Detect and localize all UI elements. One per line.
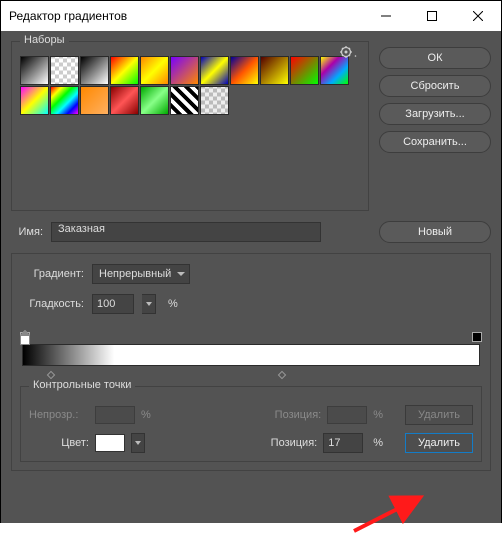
new-button[interactable]: Новый [379, 221, 491, 243]
gradient-swatch-3[interactable] [110, 56, 139, 85]
presets-menu-icon[interactable] [340, 46, 358, 61]
name-input[interactable]: Заказная [51, 222, 321, 242]
gradient-type-label: Градиент: [20, 268, 84, 280]
presets-legend: Наборы [20, 34, 69, 46]
gradient-swatch-7[interactable] [230, 56, 259, 85]
gradient-swatch-9[interactable] [290, 56, 319, 85]
color-dropdown[interactable] [131, 433, 145, 453]
gradient-swatch-17[interactable] [200, 86, 229, 115]
maximize-button[interactable] [409, 1, 455, 31]
control-points-panel: Контрольные точки Непрозр.: % Позиция: %… [20, 386, 482, 462]
window-title: Редактор градиентов [9, 9, 127, 23]
gradient-swatch-6[interactable] [200, 56, 229, 85]
client-area: Наборы ОК Сбросить Загрузить... Сохранит… [1, 31, 501, 523]
control-points-legend: Контрольные точки [29, 379, 135, 391]
color-position-label: Позиция: [271, 437, 318, 449]
save-button[interactable]: Сохранить... [379, 131, 491, 153]
gradient-swatch-16[interactable] [170, 86, 199, 115]
color-label: Цвет: [29, 437, 89, 449]
load-button[interactable]: Загрузить... [379, 103, 491, 125]
color-position-input[interactable]: 17 [323, 433, 363, 453]
gradient-swatch-15[interactable] [140, 86, 169, 115]
opacity-position-input [327, 406, 367, 424]
gradient-swatch-8[interactable] [260, 56, 289, 85]
opacity-position-label: Позиция: [275, 409, 322, 421]
opacity-stop-right[interactable] [472, 332, 482, 342]
gradient-swatch-14[interactable] [110, 86, 139, 115]
gradient-swatch-12[interactable] [50, 86, 79, 115]
midpoint-0[interactable] [46, 371, 54, 379]
chevron-down-icon [177, 272, 185, 276]
ok-button[interactable]: ОК [379, 47, 491, 69]
presets-panel: Наборы [11, 41, 369, 211]
percent-label: % [168, 298, 178, 310]
gradient-section: Градиент: Непрерывный Гладкость: 100 % К [11, 253, 491, 471]
gradient-swatch-0[interactable] [20, 56, 49, 85]
gradient-swatch-11[interactable] [20, 86, 49, 115]
reset-button[interactable]: Сбросить [379, 75, 491, 97]
gradient-swatch-1[interactable] [50, 56, 79, 85]
smoothness-label: Гладкость: [20, 298, 84, 310]
color-delete-button[interactable]: Удалить [405, 433, 473, 453]
gradient-swatch-4[interactable] [140, 56, 169, 85]
opacity-label: Непрозр.: [29, 409, 89, 421]
opacity-delete-button: Удалить [405, 405, 473, 425]
gradient-preview[interactable] [22, 344, 480, 366]
color-well[interactable] [95, 434, 125, 452]
annotation-arrow [349, 491, 439, 536]
gradient-swatch-13[interactable] [80, 86, 109, 115]
title-bar: Редактор градиентов [1, 1, 501, 31]
close-button[interactable] [455, 1, 501, 31]
opacity-input [95, 406, 135, 424]
gradient-bar[interactable] [20, 334, 482, 380]
gradient-swatch-2[interactable] [80, 56, 109, 85]
smoothness-stepper[interactable] [142, 294, 156, 314]
midpoint-1[interactable] [277, 371, 285, 379]
gradient-type-dropdown[interactable]: Непрерывный [92, 264, 190, 284]
name-label: Имя: [11, 226, 43, 238]
smoothness-input[interactable]: 100 [92, 294, 134, 314]
gradient-swatch-5[interactable] [170, 56, 199, 85]
minimize-button[interactable] [363, 1, 409, 31]
